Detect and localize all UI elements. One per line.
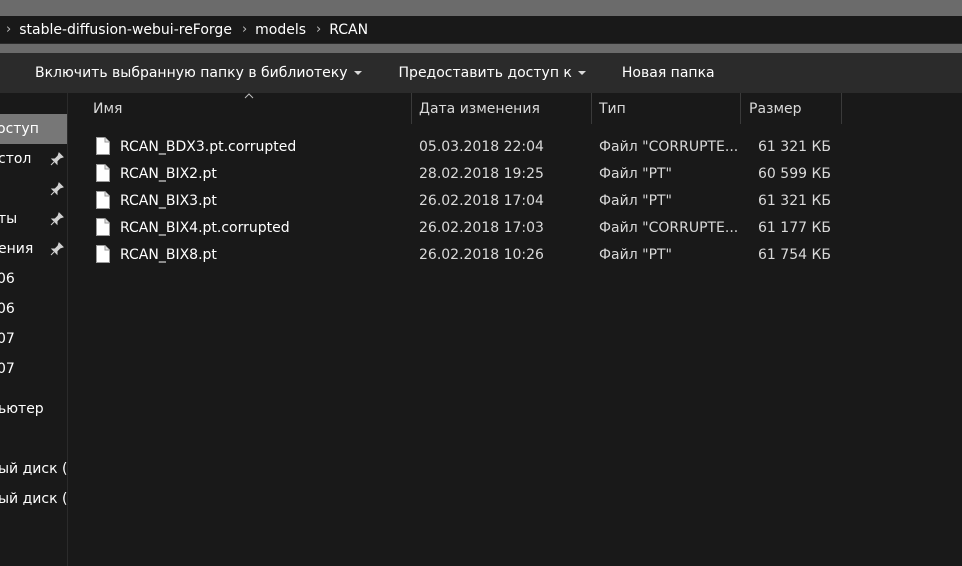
file-size: 60 599 КБ <box>758 165 831 182</box>
caret-down-icon <box>577 71 586 75</box>
column-divider[interactable] <box>740 93 741 124</box>
file-name: RCAN_BIX8.pt <box>120 246 217 263</box>
file-size: 61 321 КБ <box>758 192 831 209</box>
file-type: Файл "CORRUPTE... <box>599 138 739 155</box>
nav-item-label: 06 <box>0 301 15 317</box>
file-date: 28.02.2018 19:25 <box>419 165 544 182</box>
nav-item-folder-07a[interactable]: 07 <box>0 324 67 354</box>
nav-item-folder-07b[interactable]: 07 <box>0 354 67 384</box>
nav-item-pictures[interactable]: ения <box>0 234 67 264</box>
nav-item-label: оступ <box>0 121 39 137</box>
column-header-label: Имя <box>93 100 123 117</box>
column-header-label: Размер <box>749 100 802 117</box>
nav-item-folder-06b[interactable]: 06 <box>0 294 67 324</box>
address-bar[interactable]: › stable-diffusion-webui-reForge › model… <box>0 16 962 44</box>
column-header-size[interactable]: Размер <box>749 93 841 124</box>
file-row[interactable]: RCAN_BDX3.pt.corrupted 05.03.2018 22:04 … <box>91 133 851 160</box>
nav-item-label: ый диск (D <box>0 491 68 507</box>
chevron-right-icon[interactable]: › <box>240 22 255 37</box>
column-header-label: Дата изменения <box>419 100 540 117</box>
pin-icon[interactable] <box>50 212 64 226</box>
nav-item-label: ты <box>0 211 18 227</box>
share-with-button[interactable]: Предоставить доступ к <box>399 65 586 81</box>
column-header-date[interactable]: Дата изменения <box>419 93 591 124</box>
file-row[interactable]: RCAN_BIX3.pt 26.02.2018 17:04 Файл "PT" … <box>91 187 851 214</box>
chevron-right-icon[interactable]: › <box>314 22 329 37</box>
file-type: Файл "PT" <box>599 246 673 263</box>
column-header-name[interactable]: Имя <box>93 93 411 124</box>
file-list-view[interactable]: Имя Дата изменения Тип Размер RCAN_BDX3.… <box>69 93 962 566</box>
file-name: RCAN_BIX4.pt.corrupted <box>120 219 290 236</box>
column-divider[interactable] <box>411 93 412 124</box>
new-folder-button[interactable]: Новая папка <box>622 65 715 81</box>
include-in-library-button[interactable]: Включить выбранную папку в библиотеку <box>35 65 362 81</box>
nav-item-label: ьютер <box>0 401 44 417</box>
file-icon <box>96 218 110 236</box>
chevron-right-icon[interactable]: › <box>4 22 19 37</box>
nav-item-desktop[interactable]: стол <box>0 144 67 174</box>
new-folder-label: Новая папка <box>621 65 715 81</box>
breadcrumb-models[interactable]: models <box>255 22 314 38</box>
file-icon <box>96 164 110 182</box>
caret-down-icon <box>353 71 362 75</box>
file-icon <box>96 245 110 263</box>
include-in-library-label: Включить выбранную папку в библиотеку <box>35 65 348 81</box>
file-date: 26.02.2018 10:26 <box>419 246 544 263</box>
nav-item-quick-access[interactable]: оступ <box>0 114 67 144</box>
nav-item-downloads[interactable] <box>0 174 67 204</box>
nav-item-label: 06 <box>0 271 15 287</box>
nav-item-documents[interactable]: ты <box>0 204 67 234</box>
file-size: 61 754 КБ <box>758 246 831 263</box>
navigation-pane[interactable]: оступ стол ты ения 06 06 07 07 ьютер ый … <box>0 93 68 566</box>
nav-item-label: 07 <box>0 331 15 347</box>
file-row[interactable]: RCAN_BIX8.pt 26.02.2018 10:26 Файл "PT" … <box>91 241 851 268</box>
nav-item-drive-d[interactable]: ый диск (D <box>0 484 68 514</box>
nav-item-this-pc[interactable]: ьютер <box>0 394 67 424</box>
pin-icon[interactable] <box>50 182 64 196</box>
pin-icon[interactable] <box>50 242 64 256</box>
file-row[interactable]: RCAN_BIX4.pt.corrupted 26.02.2018 17:03 … <box>91 214 851 241</box>
file-date: 26.02.2018 17:04 <box>419 192 544 209</box>
command-bar: Включить выбранную папку в библиотеку Пр… <box>0 53 962 93</box>
column-header-type[interactable]: Тип <box>599 93 740 124</box>
file-type: Файл "PT" <box>599 192 673 209</box>
file-row[interactable]: RCAN_BIX2.pt 28.02.2018 19:25 Файл "PT" … <box>91 160 851 187</box>
nav-item-label: ения <box>0 241 34 257</box>
nav-item-label: 07 <box>0 361 15 377</box>
file-name: RCAN_BDX3.pt.corrupted <box>120 138 297 155</box>
column-header-label: Тип <box>599 100 626 117</box>
file-type: Файл "PT" <box>599 165 673 182</box>
file-size: 61 321 КБ <box>758 138 831 155</box>
window-divider <box>0 44 962 53</box>
file-date: 05.03.2018 22:04 <box>419 138 544 155</box>
file-name: RCAN_BIX3.pt <box>120 192 217 209</box>
column-divider[interactable] <box>841 93 842 124</box>
file-type: Файл "CORRUPTE... <box>599 219 739 236</box>
share-with-label: Предоставить доступ к <box>398 65 572 81</box>
pin-icon[interactable] <box>50 152 64 166</box>
breadcrumb-reforge[interactable]: stable-diffusion-webui-reForge <box>19 22 240 38</box>
nav-item-drive-c[interactable]: ый диск (C <box>0 454 68 484</box>
nav-item-label: ый диск (C <box>0 461 68 477</box>
nav-item-folder-06a[interactable]: 06 <box>0 264 67 294</box>
file-date: 26.02.2018 17:03 <box>419 219 544 236</box>
file-icon <box>96 137 110 155</box>
file-icon <box>96 191 110 209</box>
column-divider[interactable] <box>591 93 592 124</box>
title-strip <box>0 0 962 16</box>
file-name: RCAN_BIX2.pt <box>120 165 217 182</box>
file-size: 61 177 КБ <box>758 219 831 236</box>
nav-item-label: стол <box>0 151 32 167</box>
breadcrumb-rcan[interactable]: RCAN <box>329 22 376 38</box>
